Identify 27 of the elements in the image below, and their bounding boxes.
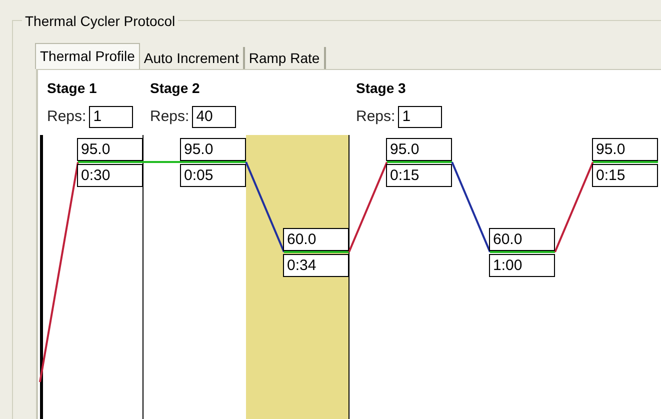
temperature-field[interactable]: 95.0 xyxy=(386,138,452,161)
hold-line xyxy=(387,161,452,163)
time-field[interactable]: 1:00 xyxy=(489,254,555,277)
reps-field[interactable]: 1 xyxy=(89,106,134,128)
stage-label: Stage 3 xyxy=(356,80,406,96)
time-field[interactable]: 0:05 xyxy=(180,164,246,187)
stage-label: Stage 1 xyxy=(47,80,97,96)
temperature-field[interactable]: 60.0 xyxy=(489,228,555,251)
temperature-field[interactable]: 95.0 xyxy=(180,138,246,161)
reps-label: Reps: xyxy=(356,106,396,127)
tab[interactable]: Thermal Profile xyxy=(35,43,140,69)
reps-label: Reps: xyxy=(150,106,190,127)
stage-label: Stage 2 xyxy=(150,80,200,96)
time-field[interactable]: 0:34 xyxy=(283,254,349,277)
reps-field[interactable]: 1 xyxy=(398,106,442,128)
group-title: Thermal Cycler Protocol xyxy=(25,13,176,29)
reps-field[interactable]: 40 xyxy=(192,106,236,128)
time-field[interactable]: 0:30 xyxy=(77,164,143,187)
hold-line xyxy=(490,251,555,253)
hold-line xyxy=(284,251,349,253)
time-field[interactable]: 0:15 xyxy=(386,164,452,187)
reps-label: Reps: xyxy=(47,106,86,127)
time-field[interactable]: 0:15 xyxy=(592,164,658,187)
hold-line xyxy=(593,161,658,163)
temperature-field[interactable]: 95.0 xyxy=(77,138,143,161)
temperature-field[interactable]: 60.0 xyxy=(283,228,349,251)
temperature-field[interactable]: 95.0 xyxy=(592,138,658,161)
